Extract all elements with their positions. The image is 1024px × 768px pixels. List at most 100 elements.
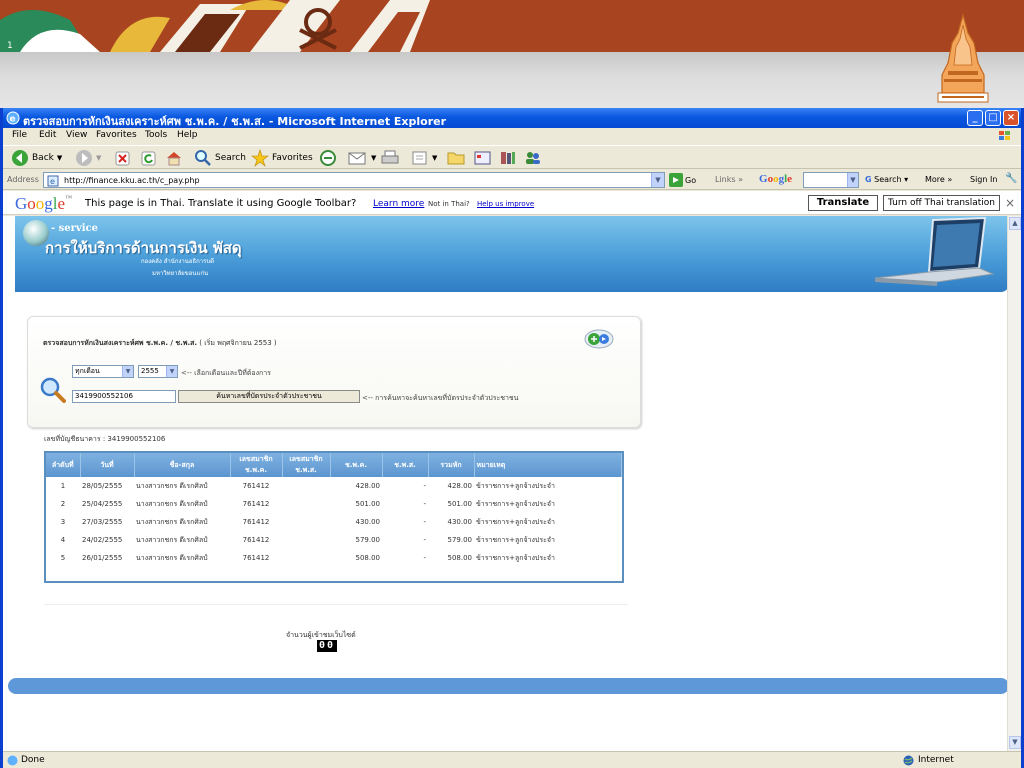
table-cell: 761412: [242, 518, 270, 526]
year-select[interactable]: 2555 ▼: [138, 365, 178, 378]
edit-button[interactable]: ▼: [411, 149, 437, 167]
calendar-icon: [474, 151, 491, 165]
people-icon: [526, 152, 540, 164]
slide-number: 1: [7, 41, 13, 51]
magnifier-icon: [40, 377, 66, 403]
google-more-button[interactable]: More »: [925, 175, 952, 184]
forward-button[interactable]: ▼: [75, 149, 101, 167]
favorites-button[interactable]: Favorites: [251, 149, 313, 167]
id-card-input[interactable]: 3419900552106: [72, 390, 176, 403]
close-icon[interactable]: ×: [1005, 196, 1015, 210]
table-cell: 430.00: [447, 518, 473, 526]
table-cell: 579.00: [355, 536, 381, 544]
stop-button[interactable]: [115, 149, 130, 167]
footer-bar: [8, 678, 1007, 694]
column-header: ชื่อ-สกุล: [134, 453, 231, 477]
google-logo: Google™: [15, 194, 72, 213]
go-arrow-icon: [669, 173, 683, 187]
table-cell: 28/05/2555: [82, 482, 123, 490]
not-thai-text: Not in Thai?: [428, 200, 470, 208]
search-id-button[interactable]: ค้นหาเลขที่บัตรประจำตัวประชาชน: [178, 390, 360, 403]
google-search-label: Search: [874, 175, 902, 184]
back-arrow-icon: [12, 150, 28, 166]
table-cell: -: [423, 500, 426, 508]
print-button[interactable]: [381, 149, 399, 167]
month-hint: <-- เลือกเดือนและปีที่ต้องการ: [181, 369, 271, 377]
menu-help[interactable]: Help: [177, 130, 198, 140]
eservice-banner: - service การให้บริการด้านการเงิน พัสดุ …: [15, 216, 1007, 292]
panel-title-period: ( เริ่ม พฤศจิกายน 2553 ): [197, 339, 277, 347]
google-sign-in-button[interactable]: Sign In: [970, 175, 997, 184]
mail-button[interactable]: ▼: [348, 149, 376, 167]
page-content: - service การให้บริการด้านการเงิน พัสดุ …: [3, 216, 1007, 751]
table-cell: 508.00: [447, 554, 473, 562]
table-cell: ข้าราชการ+ลูกจ้างประจำ: [476, 553, 555, 562]
title-bar[interactable]: e ตรวจสอบการหักเงินสงเคราะห์ศพ ช.พ.ค. / …: [3, 108, 1021, 128]
home-button[interactable]: [165, 149, 183, 167]
google-search-button[interactable]: G Search ▾: [865, 175, 908, 184]
vertical-scrollbar[interactable]: ▲ ▼: [1007, 216, 1021, 751]
address-dropdown-icon[interactable]: ▼: [651, 173, 664, 187]
table-row: 4 24/02/2555 นางสาวกชกร ดีเรกศิลป์ 761412 57…: [46, 531, 622, 549]
svg-text:e: e: [50, 177, 55, 186]
back-button[interactable]: Back ▼: [11, 149, 62, 167]
learn-more-link[interactable]: Learn more: [373, 199, 424, 209]
messenger-button[interactable]: [473, 149, 493, 167]
scroll-up-icon[interactable]: ▲: [1009, 217, 1021, 230]
month-select[interactable]: ทุกเดือน ▼: [72, 365, 134, 378]
table-cell: 428.00: [447, 482, 473, 490]
close-button[interactable]: ×: [1003, 110, 1019, 126]
menu-bar: File Edit View Favorites Tools Help: [3, 128, 1021, 144]
maximize-button[interactable]: □: [985, 110, 1001, 126]
year-select-value: 2555: [141, 367, 159, 375]
table-cell: นางสาวกชกร ดีเรกศิลป์: [136, 517, 208, 526]
table-cell: 501.00: [355, 500, 381, 508]
search-button[interactable]: Search: [194, 149, 246, 167]
security-zone: Internet: [918, 755, 954, 765]
go-button[interactable]: Go: [669, 173, 696, 187]
links-text: Links: [715, 175, 736, 184]
turn-off-translation-button[interactable]: Turn off Thai translation: [883, 195, 1000, 211]
menu-view[interactable]: View: [66, 130, 87, 140]
address-url: http://finance.kku.ac.th/c_pay.php: [64, 176, 200, 185]
chevron-down-icon[interactable]: ▼: [847, 173, 858, 187]
links-label[interactable]: Links »: [715, 175, 743, 184]
menu-edit[interactable]: Edit: [39, 130, 56, 140]
panel-title-main: ตรวจสอบการหักเงินสงเคราะห์ศพ ช.พ.ค. / ช.…: [43, 339, 198, 347]
translate-button[interactable]: Translate: [808, 195, 878, 211]
stop-icon: [115, 151, 130, 165]
chevron-down-icon: ▼: [371, 154, 377, 162]
table-cell: 2: [60, 500, 66, 508]
column-header: วันที่: [80, 453, 135, 477]
laptop-icon: [874, 216, 995, 286]
search-panel: ตรวจสอบการหักเงินสงเคราะห์ศพ ช.พ.ค. / ช.…: [27, 316, 641, 428]
folder-button[interactable]: [447, 149, 465, 167]
slide-header-band: [0, 52, 1024, 110]
bank-account-line: เลขที่บัญชีธนาคาร : 3419900552106: [44, 435, 166, 443]
table-cell: 761412: [242, 482, 270, 490]
menu-tools[interactable]: Tools: [145, 130, 167, 140]
contacts-button[interactable]: [523, 149, 543, 167]
table-body: 1 28/05/2555 นางสาวกชกร ดีเรกศิลป์ 761412 42…: [46, 477, 622, 567]
scroll-down-icon[interactable]: ▼: [1009, 736, 1021, 749]
menu-favorites[interactable]: Favorites: [96, 130, 137, 140]
help-improve-link[interactable]: Help us improve: [477, 200, 534, 208]
research-button[interactable]: [499, 149, 517, 167]
table-cell: นางสาวกชกร ดีเรกศิลป์: [136, 535, 208, 544]
favorites-label: Favorites: [272, 153, 313, 163]
table-cell: 761412: [242, 500, 270, 508]
wrench-icon[interactable]: 🔧: [1005, 173, 1017, 184]
address-input[interactable]: e http://finance.kku.ac.th/c_pay.php ▼: [43, 172, 665, 188]
banner-subtitle-university: มหาวิทยาลัยขอนแก่น: [152, 270, 209, 277]
table-row: 3 27/03/2555 นางสาวกชกร ดีเรกศิลป์ 761412 43…: [46, 513, 622, 531]
go-label: Go: [685, 175, 697, 185]
refresh-icon: [141, 151, 156, 165]
table-cell: 761412: [242, 554, 270, 562]
table-cell: -: [423, 482, 426, 490]
minimize-button[interactable]: _: [967, 110, 983, 126]
media-button[interactable]: [319, 149, 337, 167]
banner-subtitle-department: กองคลัง สำนักงานอธิการบดี: [141, 258, 215, 265]
google-search-input[interactable]: ▼: [803, 172, 859, 188]
menu-file[interactable]: File: [12, 130, 27, 140]
refresh-button[interactable]: [141, 149, 156, 167]
